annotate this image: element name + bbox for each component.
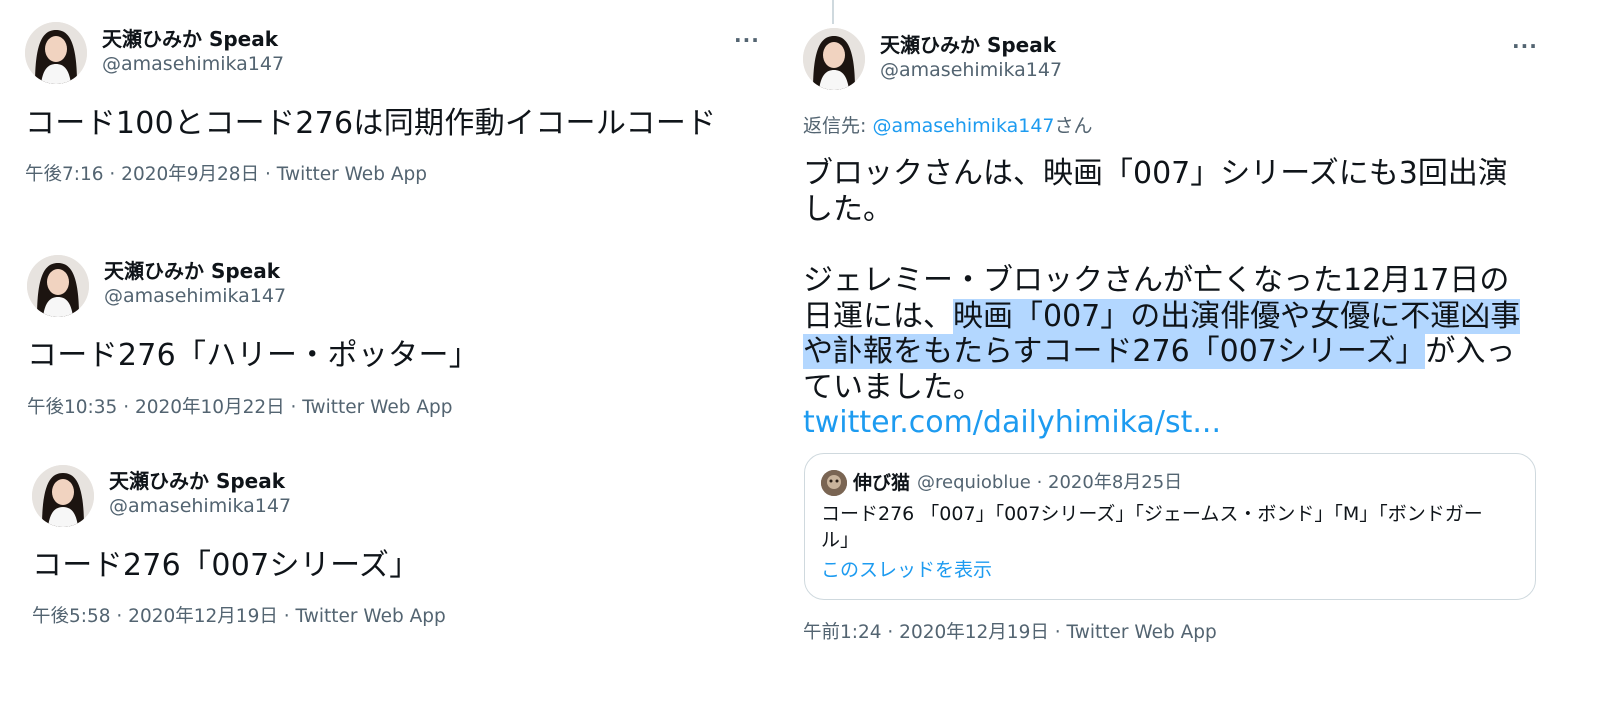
avatar-image: [25, 22, 87, 84]
avatar-image: [803, 28, 865, 90]
avatar[interactable]: [32, 465, 94, 527]
tweet-paragraph-2: ジェレミー・ブロックさんが亡くなった12月17日の日運には、映画「007」の出演…: [803, 263, 1533, 405]
reply-prefix: 返信先:: [803, 115, 873, 137]
display-name[interactable]: 天瀬ひみか Speak: [104, 259, 280, 283]
display-name[interactable]: 天瀬ひみか Speak: [880, 33, 1056, 57]
display-name[interactable]: 天瀬ひみか Speak: [109, 469, 285, 493]
quoted-tweet-card[interactable]: 伸び猫 @requioblue · 2020年8月25日 コード276 「007…: [804, 453, 1536, 600]
tweet-text: ブロックさんは、映画「007」シリーズにも3回出演した。 ジェレミー・ブロックさ…: [803, 156, 1533, 441]
more-options-icon[interactable]: ···: [734, 30, 760, 50]
tweet-meta[interactable]: 午前1:24 · 2020年12月19日 · Twitter Web App: [803, 621, 1217, 645]
user-handle[interactable]: @amasehimika147: [880, 58, 1062, 82]
quoted-avatar-image: [821, 470, 847, 496]
tweet-meta[interactable]: 午後7:16 · 2020年9月28日 · Twitter Web App: [25, 163, 427, 187]
avatar-image: [32, 465, 94, 527]
display-name[interactable]: 天瀬ひみか Speak: [102, 27, 278, 51]
reply-handle-link[interactable]: @amasehimika147: [872, 115, 1054, 137]
tweet-link[interactable]: twitter.com/dailyhimika/st...: [803, 405, 1533, 441]
more-options-icon[interactable]: ···: [1512, 36, 1538, 56]
tweet-text: コード276「ハリー・ポッター」: [27, 338, 480, 373]
quoted-handle-date: @requioblue · 2020年8月25日: [917, 471, 1182, 495]
avatar[interactable]: [27, 255, 89, 317]
avatar-image: [27, 255, 89, 317]
quoted-date: · 2020年8月25日: [1036, 472, 1183, 493]
user-handle[interactable]: @amasehimika147: [102, 52, 284, 76]
tweet-meta[interactable]: 午後10:35 · 2020年10月22日 · Twitter Web App: [27, 396, 453, 420]
tweet-text: コード276「007シリーズ」: [32, 548, 420, 583]
quoted-avatar[interactable]: [821, 470, 847, 496]
user-handle[interactable]: @amasehimika147: [109, 494, 291, 518]
show-thread-link[interactable]: このスレッドを表示: [821, 558, 992, 582]
quoted-display-name[interactable]: 伸び猫: [853, 471, 910, 495]
thread-connector-line: [832, 0, 834, 24]
quoted-tweet-text: コード276 「007」「007シリーズ」「ジェームス・ボンド」「M」「ボンドガ…: [821, 503, 1483, 551]
reply-suffix: さん: [1054, 115, 1093, 137]
avatar[interactable]: [803, 28, 865, 90]
avatar[interactable]: [25, 22, 87, 84]
tweet-meta[interactable]: 午後5:58 · 2020年12月19日 · Twitter Web App: [32, 605, 446, 629]
user-handle[interactable]: @amasehimika147: [104, 284, 286, 308]
tweet-paragraph-1: ブロックさんは、映画「007」シリーズにも3回出演した。: [803, 156, 1508, 227]
quoted-user-handle[interactable]: @requioblue: [917, 472, 1031, 493]
reply-to-line: 返信先: @amasehimika147さん: [803, 114, 1093, 138]
tweet-text: コード100とコード276は同期作動イコールコード: [25, 106, 717, 141]
